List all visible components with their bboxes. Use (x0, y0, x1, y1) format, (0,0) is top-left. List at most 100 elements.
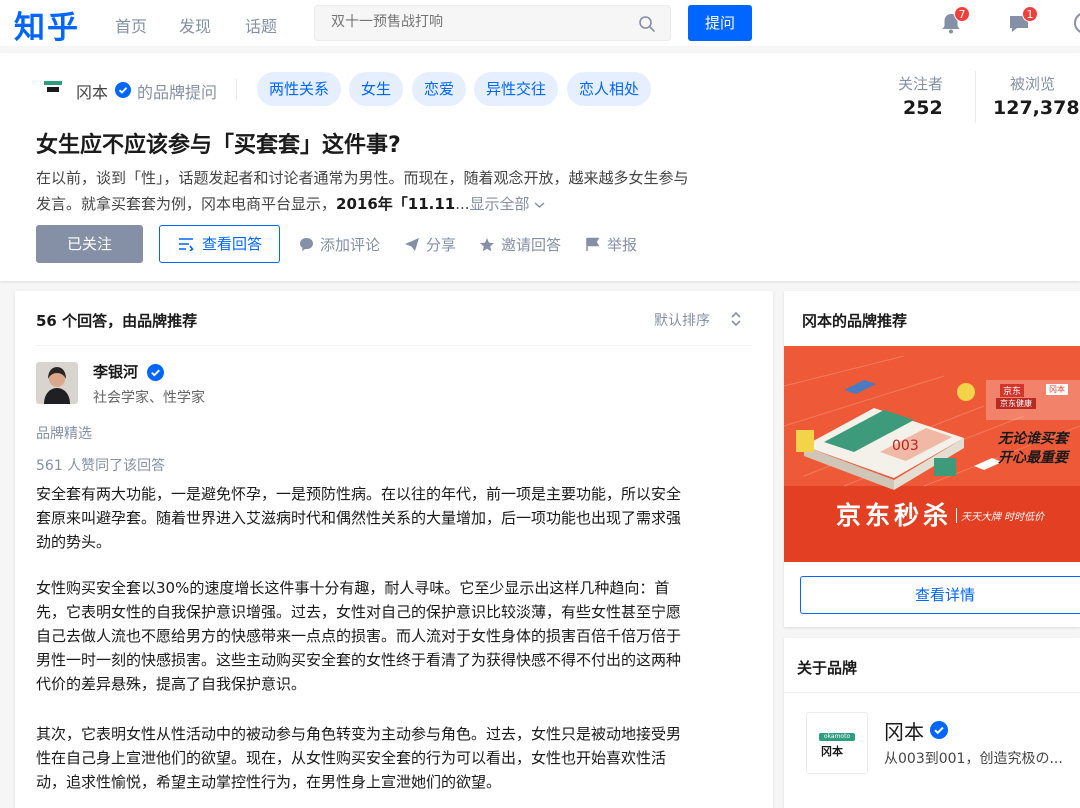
sort-dropdown[interactable]: 默认排序 (654, 310, 710, 330)
share-button[interactable]: 分享 (404, 234, 464, 256)
search-input[interactable] (331, 14, 631, 30)
divider (36, 345, 752, 346)
recommend-title: 冈本的品牌推荐 (802, 312, 908, 330)
para-line: 套原来叫避孕套。随着世界进入艾滋病时代和偶然性关系的大量增加，后一项功能也出现了… (36, 509, 682, 527)
add-comment-button[interactable]: 添加评论 (299, 234, 389, 256)
brand-pick-label: 品牌精选 (36, 426, 92, 442)
ad-slogan: 无论谁买套 开心最重要 (998, 430, 1068, 468)
para-line: 代价的差异悬殊，提高了自我保护意识。 (36, 675, 307, 693)
user-icon (1074, 13, 1080, 33)
tag-love[interactable]: 恋爱 (412, 72, 467, 106)
comment-icon (300, 238, 313, 251)
notifications-badge: 7 (954, 6, 970, 22)
ad-jd-label: 京东 (1000, 384, 1025, 397)
chevron-down-icon (534, 202, 545, 209)
ad-headline: 京东秒杀 (836, 501, 953, 530)
tag-relationship[interactable]: 两性关系 (257, 72, 342, 106)
nav-explore[interactable]: 发现 (179, 13, 211, 37)
view-answers-label: 查看回答 (202, 235, 263, 253)
about-brand-card: 关于品牌 okamoto 冈本 冈本 从003到001，创造究极の... (784, 638, 1080, 808)
show-all-label: 显示全部 (469, 195, 530, 213)
about-brand-title: 关于品牌 (797, 659, 858, 677)
desc-bold: 2016年「11.11 (336, 195, 456, 213)
desc-line: 发言。就拿买套套为例，冈本电商平台显示，2016年「11.11...显示全部 (36, 191, 766, 217)
para-line: 安全套有两大功能，一是避免怀孕，一是预防性病。在以往的年代，前一项是主要功能，所… (36, 485, 682, 503)
report-label: 举报 (607, 236, 638, 254)
messages-badge: 1 (1022, 6, 1038, 22)
zhihu-logo[interactable]: 知乎 (14, 2, 80, 47)
verified-icon (115, 82, 131, 98)
flag-icon (586, 237, 600, 251)
invite-button[interactable]: 邀请回答 (479, 234, 569, 256)
verified-icon (147, 364, 164, 381)
ask-button[interactable]: 提问 (688, 5, 752, 41)
nav-topics[interactable]: 话题 (245, 13, 277, 37)
followers-label: 关注者 (898, 75, 944, 93)
question-brand-name[interactable]: 冈本 (76, 79, 108, 103)
share-label: 分享 (426, 236, 457, 254)
brand-mini-logo (44, 81, 62, 92)
nav-home[interactable]: 首页 (115, 13, 147, 37)
tag-dating[interactable]: 异性交往 (474, 72, 559, 106)
para-line: 性在自己身上宣泄他们的欲望。现在，从女性购买安全套的行为可以看出，女性也开始喜欢… (36, 749, 667, 767)
answers-card: 56 个回答，由品牌推荐 默认排序 李银河 社会学家、性学家 品牌精选 561 … (15, 291, 773, 808)
divider (236, 79, 237, 101)
ad-banner[interactable]: 003 京东 冈本 京东健康 无论谁买套 开心最重要 京东秒杀 天天大牌 时时低… (784, 346, 1080, 562)
divider (975, 71, 976, 123)
likes-count: 561 人赞同了该回答 (36, 458, 166, 474)
para-line: 男性一时一刻的快感损害。这些主动购买安全套的女性终于看清了为获得快感不得不付出的… (36, 651, 682, 669)
ad-slogan-line: 无论谁买套 (998, 431, 1068, 447)
avatar-button[interactable] (1072, 10, 1080, 36)
brand-description: 从003到001，创造究极の... (884, 751, 1063, 767)
desc-line: 在以前，谈到「性」，话题发起者和讨论者通常为男性。而现在，随着观念开放，越来越多… (36, 169, 689, 187)
answers-count: 56 个回答，由品牌推荐 (36, 312, 198, 330)
views-count: 127,378 (993, 97, 1080, 119)
top-nav: 知乎 首页 发现 话题 提问 7 1 (0, 0, 1080, 46)
report-button[interactable]: 举报 (585, 234, 645, 256)
show-all-link[interactable]: 显示全部 (470, 195, 546, 213)
view-answers-button[interactable]: 查看回答 (159, 225, 280, 263)
add-comment-label: 添加评论 (320, 236, 381, 254)
brand-name[interactable]: 冈本 (884, 716, 924, 745)
ad-box-text: 003 (892, 438, 919, 454)
invite-label: 邀请回答 (501, 236, 562, 254)
brand-logo-cn: 冈本 (821, 745, 843, 758)
desc-text: 发言。就拿买套套为例，冈本电商平台显示， (36, 195, 337, 213)
para-line: 先，它表明女性的自我保护意识增强。过去，女性对自己的保护意识比较淡薄，有些女性甚… (36, 603, 682, 621)
tag-couple[interactable]: 恋人相处 (567, 72, 652, 106)
ad-subline: 天天大牌 时时低价 (956, 508, 1044, 523)
para-line: 其次，它表明女性从性活动中的被动参与角色转变为主动参与角色。过去，女性只是被动地… (36, 725, 682, 743)
view-details-button[interactable]: 查看详情 (800, 576, 1080, 614)
verified-icon (930, 721, 948, 739)
sort-icon[interactable] (730, 310, 742, 328)
author-avatar[interactable] (36, 362, 78, 404)
ad-health-label: 京东健康 (996, 398, 1036, 409)
question-title: 女生应不应该参与「买套套」这件事? (36, 133, 401, 158)
answer-paragraph: 女性购买安全套以30%的速度增长这件事十分有趣，耐人寻味。它至少显示出这样几种趋… (36, 576, 748, 696)
views-label: 被浏览 (1010, 75, 1056, 93)
share-icon (405, 238, 419, 251)
tag-girls[interactable]: 女生 (349, 72, 404, 106)
ad-slogan-line: 开心最重要 (998, 450, 1068, 466)
question-header: 冈本 的品牌提问 两性关系 女生 恋爱 异性交往 恋人相处 关注者 252 被浏… (0, 53, 1080, 281)
followers-count: 252 (903, 97, 943, 119)
brand-logo[interactable]: okamoto 冈本 (806, 712, 868, 774)
notifications-button[interactable]: 7 (938, 6, 970, 36)
messages-button[interactable]: 1 (1006, 6, 1038, 36)
desc-ellipsis: ... (455, 195, 470, 213)
search-box (314, 5, 671, 41)
brand-logo-en: okamoto (819, 733, 855, 741)
answer-paragraph: 安全套有两大功能，一是避免怀孕，一是预防性病。在以往的年代，前一项是主要功能，所… (36, 482, 748, 554)
brand-recommend-card: 冈本的品牌推荐 003 京东 冈本 京东健康 无论谁买套 开心最重要 京东秒杀 … (784, 291, 1080, 627)
para-line: 自己去做人流也不愿给男方的快感带来一点点的损害。而人流对于女性身体的损害百倍千倍… (36, 627, 682, 645)
ad-brand-label: 冈本 (1046, 384, 1068, 395)
question-brand-suffix: 的品牌提问 (137, 83, 218, 102)
para-line: 女性购买安全套以30%的速度增长这件事十分有趣，耐人寻味。它至少显示出这样几种趋… (36, 579, 670, 597)
author-name[interactable]: 李银河 (93, 361, 138, 382)
avatar-image (36, 362, 78, 404)
followed-button[interactable]: 已关注 (36, 225, 143, 263)
divider (784, 692, 1080, 693)
author-bio: 社会学家、性学家 (93, 390, 205, 406)
search-icon[interactable] (638, 15, 656, 33)
star-icon (480, 238, 494, 252)
